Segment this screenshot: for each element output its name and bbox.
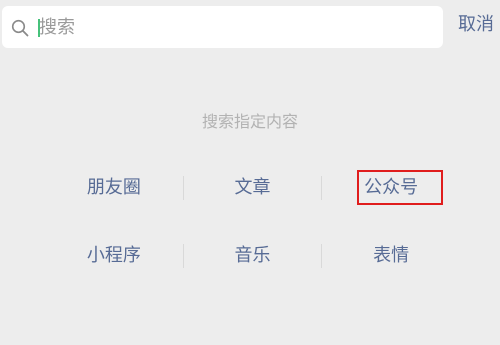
search-bar[interactable] — [2, 6, 443, 48]
category-articles[interactable]: 文章 — [184, 168, 322, 208]
cancel-button[interactable]: 取消 — [458, 13, 494, 37]
category-stickers[interactable]: 表情 — [322, 236, 460, 276]
category-row: 小程序 音乐 表情 — [45, 236, 460, 276]
category-moments[interactable]: 朋友圈 — [45, 168, 183, 208]
search-input[interactable] — [39, 6, 419, 48]
category-mini-programs[interactable]: 小程序 — [45, 236, 183, 276]
search-hint: 搜索指定内容 — [201, 112, 298, 131]
category-official-accounts[interactable]: 公众号 — [322, 168, 460, 208]
category-music[interactable]: 音乐 — [184, 236, 322, 276]
category-grid: 朋友圈 文章 公众号 小程序 音乐 表情 — [45, 168, 460, 304]
category-row: 朋友圈 文章 公众号 — [45, 168, 460, 208]
search-icon — [11, 19, 29, 37]
